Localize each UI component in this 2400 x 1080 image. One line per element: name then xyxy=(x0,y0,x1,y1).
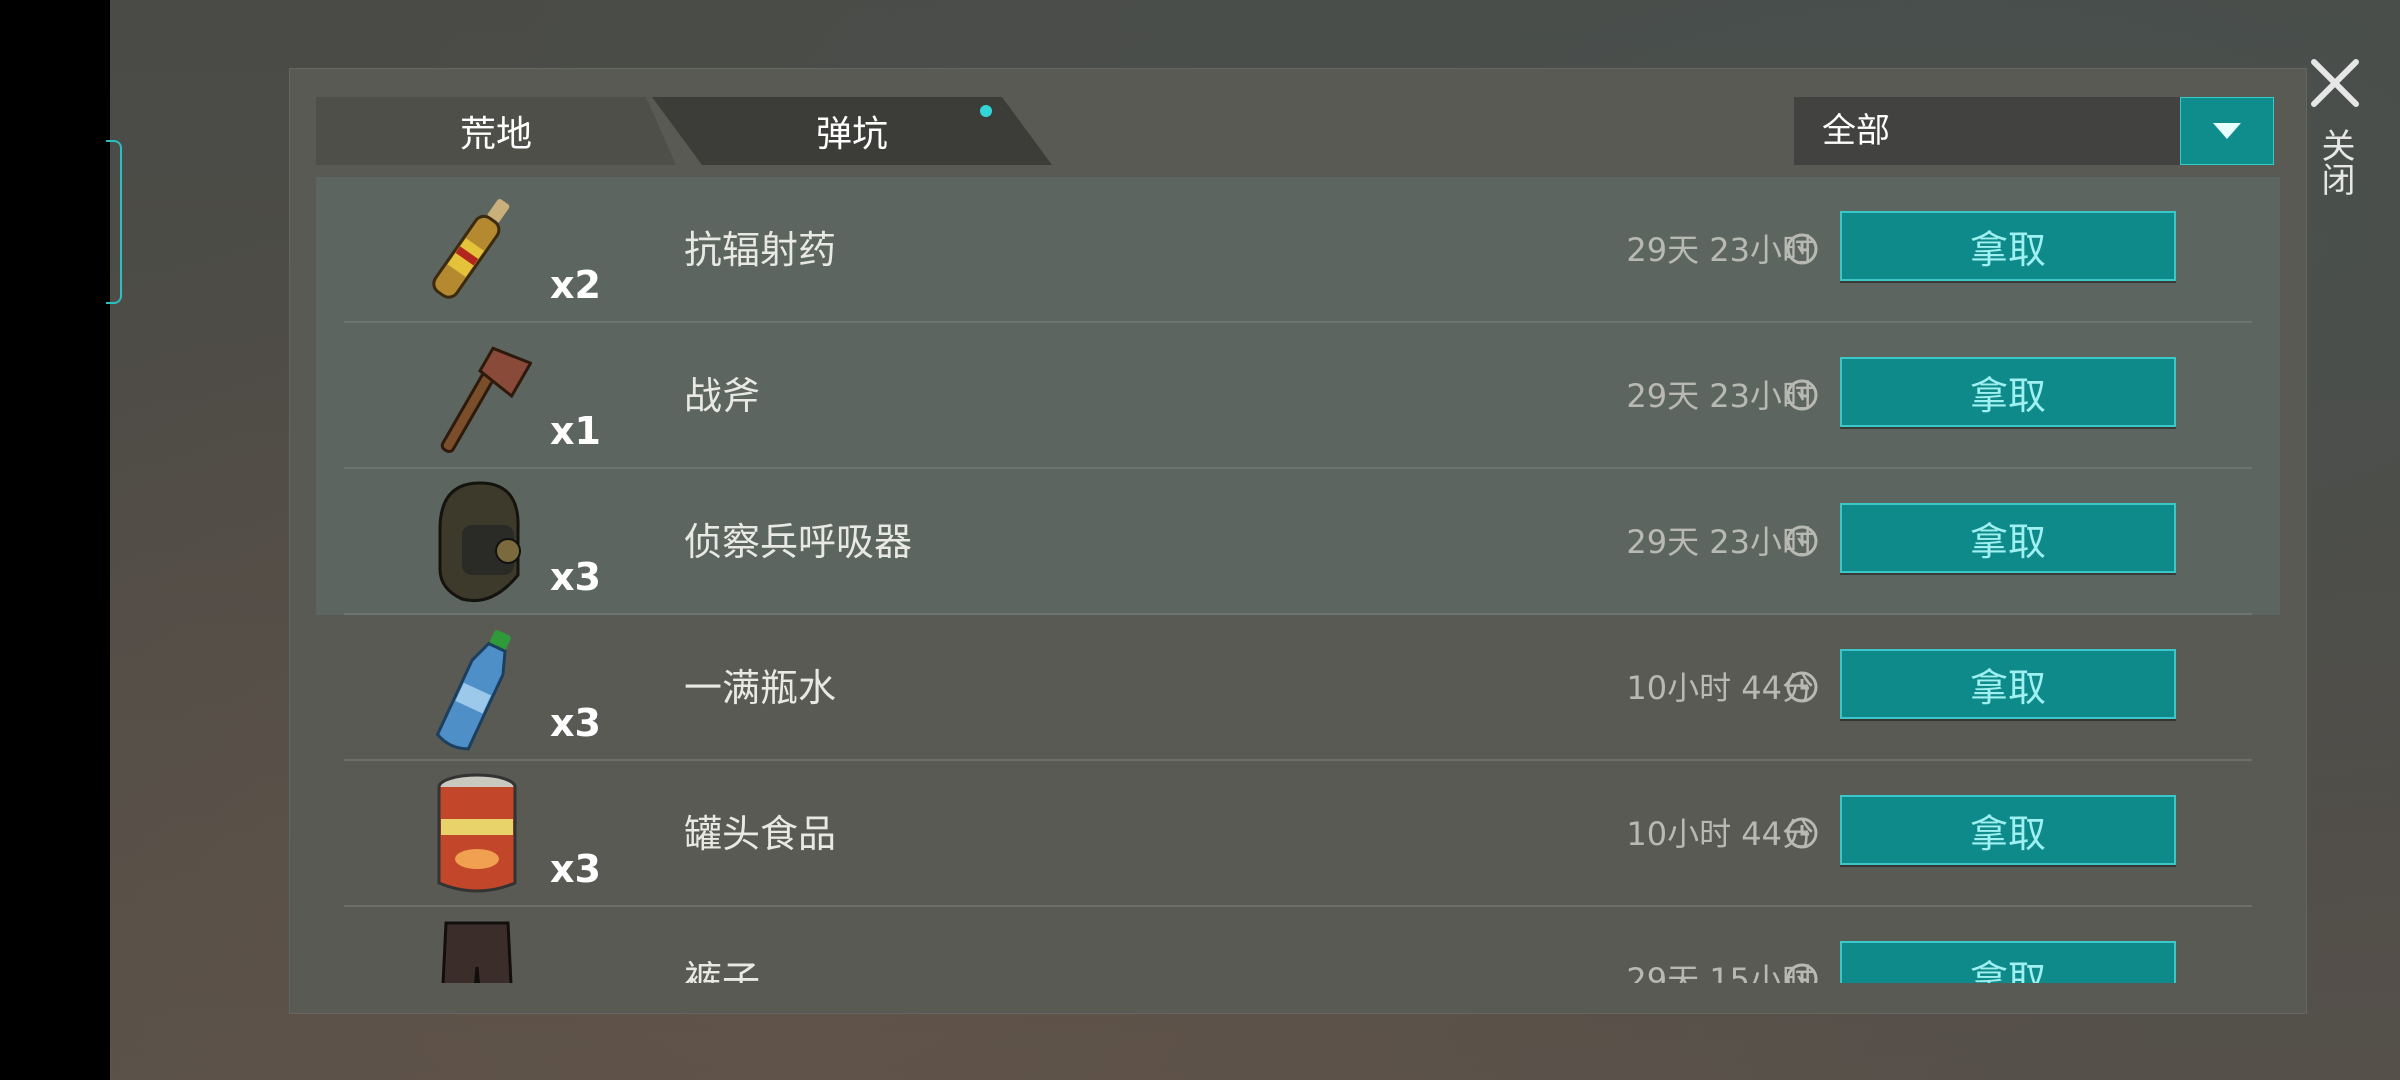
axe-icon xyxy=(440,346,532,453)
list-item: x3 罐头食品 10小时 44分 拿取 xyxy=(316,761,2280,907)
tab-crater-label: 弹坑 xyxy=(815,114,888,155)
clock-icon xyxy=(1786,379,1818,411)
take-button[interactable]: 拿取 xyxy=(1840,211,2176,281)
take-button-label: 拿取 xyxy=(1969,811,2046,856)
item-quantity: x2 xyxy=(550,263,601,307)
take-button-label: 拿取 xyxy=(1969,957,2046,984)
take-button[interactable]: 拿取 xyxy=(1840,503,2176,573)
list-item: x3 一满瓶水 10小时 44分 拿取 xyxy=(316,615,2280,761)
list-item: 裤子 29天 15小时 拿取 xyxy=(316,907,2280,983)
close-button[interactable]: 关闭 xyxy=(2300,48,2370,218)
water-bottle-icon xyxy=(435,630,511,751)
filter-selected-value: 全部 xyxy=(1822,111,1890,151)
clock-icon xyxy=(1786,817,1818,849)
take-button[interactable]: 拿取 xyxy=(1840,795,2176,865)
item-name: 抗辐射药 xyxy=(684,228,837,272)
clock-icon xyxy=(1786,671,1818,703)
item-quantity: x3 xyxy=(550,701,601,745)
tab-wasteland[interactable]: 荒地 xyxy=(316,97,676,165)
game-background: 荒地 弹坑 全部 x2 抗辐射药 29天 23小时 拿取 x1 战斧 29天 2… xyxy=(106,0,2400,1080)
item-name: 一满瓶水 xyxy=(684,666,837,710)
item-quantity: x3 xyxy=(550,847,601,891)
list-item: x2 抗辐射药 29天 23小时 拿取 xyxy=(316,177,2280,323)
take-button-label: 拿取 xyxy=(1969,373,2046,418)
pants-icon xyxy=(441,921,513,983)
item-name: 侦察兵呼吸器 xyxy=(684,520,913,564)
take-button-label: 拿取 xyxy=(1969,227,2046,272)
clock-icon xyxy=(1786,963,1818,983)
respirator-icon xyxy=(438,481,521,603)
item-name: 战斧 xyxy=(684,374,761,418)
item-name: 裤子 xyxy=(684,958,761,983)
take-button-label: 拿取 xyxy=(1969,519,2046,564)
ampoule-icon xyxy=(432,199,510,299)
tab-wasteland-label: 荒地 xyxy=(459,114,532,155)
close-icon xyxy=(2311,59,2359,107)
list-item: x3 侦察兵呼吸器 29天 23小时 拿取 xyxy=(316,469,2280,615)
take-button[interactable]: 拿取 xyxy=(1840,941,2176,983)
item-list[interactable]: x2 抗辐射药 29天 23小时 拿取 x1 战斧 29天 23小时 拿取 x3… xyxy=(316,177,2280,983)
loot-panel: 荒地 弹坑 全部 x2 抗辐射药 29天 23小时 拿取 x1 战斧 29天 2… xyxy=(289,68,2307,1014)
take-button[interactable]: 拿取 xyxy=(1840,357,2176,427)
take-button[interactable]: 拿取 xyxy=(1840,649,2176,719)
close-label: 关闭 xyxy=(2315,128,2355,196)
take-button-label: 拿取 xyxy=(1969,665,2046,710)
tab-crater[interactable]: 弹坑 xyxy=(652,97,1052,165)
notification-dot xyxy=(980,105,992,117)
canned-food-icon xyxy=(437,773,517,893)
dropdown-toggle-button[interactable] xyxy=(2180,97,2274,165)
item-quantity: x1 xyxy=(550,409,601,453)
item-name: 罐头食品 xyxy=(684,812,837,856)
chevron-down-icon xyxy=(2213,123,2241,139)
clock-icon xyxy=(1786,525,1818,557)
side-drawer-handle[interactable] xyxy=(106,140,122,304)
item-quantity: x3 xyxy=(550,555,601,599)
clock-icon xyxy=(1786,233,1818,265)
filter-dropdown[interactable]: 全部 xyxy=(1794,97,2274,165)
list-item: x1 战斧 29天 23小时 拿取 xyxy=(316,323,2280,469)
